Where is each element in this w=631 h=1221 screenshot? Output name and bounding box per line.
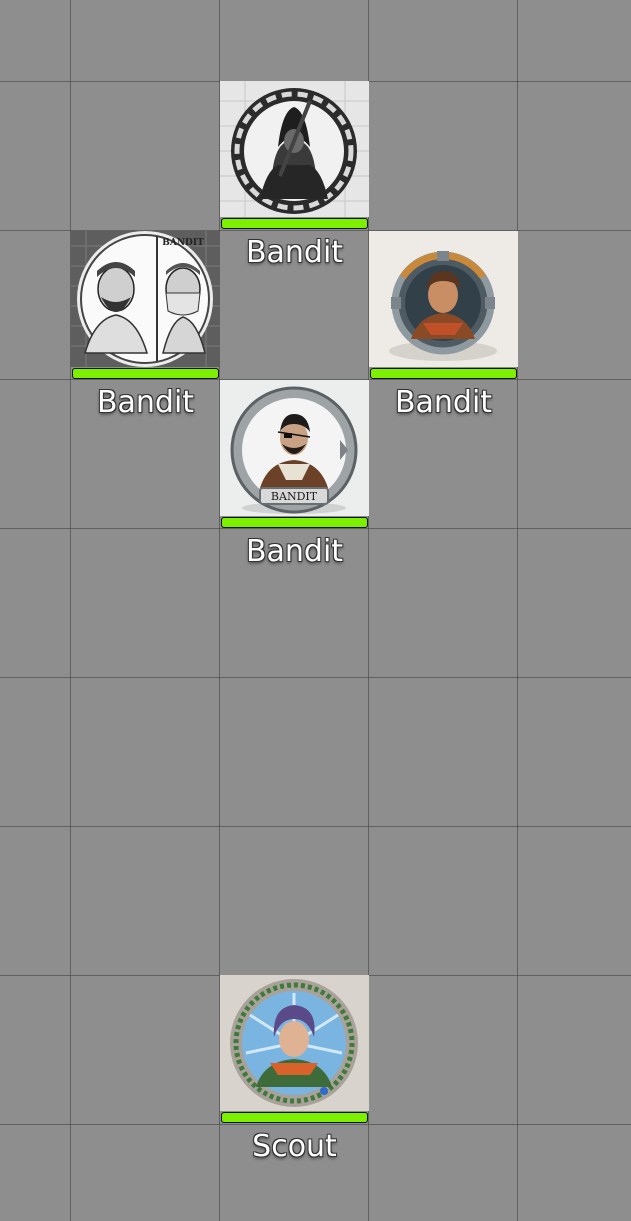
token-nameplate: Bandit (96, 385, 195, 420)
battle-map-grid[interactable]: Bandit BANDIT Bandit Bandit BANDIT Bandi… (0, 0, 631, 1221)
token-bandit-eyepatch[interactable]: BANDIT Bandit (220, 380, 369, 569)
token-bandit-hooded[interactable]: Bandit (220, 81, 369, 270)
hp-bar-fill (222, 219, 367, 228)
hp-bar (221, 1112, 368, 1123)
young-rogue-color-coin-icon (369, 231, 518, 367)
hp-bar (221, 218, 368, 229)
token-scout[interactable]: Scout (220, 975, 369, 1164)
hp-bar-fill (222, 518, 367, 527)
token-badge-text: BANDIT (162, 238, 204, 248)
token-bandit-masked[interactable]: BANDIT Bandit (71, 231, 220, 420)
token-nameplate: Bandit (245, 235, 344, 270)
masked-bandit-duo-sketch-icon: BANDIT (71, 231, 220, 367)
hp-bar-fill (73, 369, 218, 378)
hp-bar (221, 517, 368, 528)
hp-bar-fill (371, 369, 516, 378)
hp-bar (72, 368, 219, 379)
eyepatch-bandit-coin-icon: BANDIT (220, 380, 369, 516)
token-badge-text: BANDIT (271, 490, 318, 503)
hp-bar-fill (222, 1113, 367, 1122)
hp-bar (370, 368, 517, 379)
hooded-rogue-grayscale-icon (220, 81, 369, 217)
token-nameplate: Bandit (394, 385, 493, 420)
token-bandit-young[interactable]: Bandit (369, 231, 518, 420)
token-nameplate: Scout (252, 1129, 337, 1164)
token-nameplate: Bandit (245, 534, 344, 569)
scout-rainbow-coin-icon (220, 975, 369, 1111)
